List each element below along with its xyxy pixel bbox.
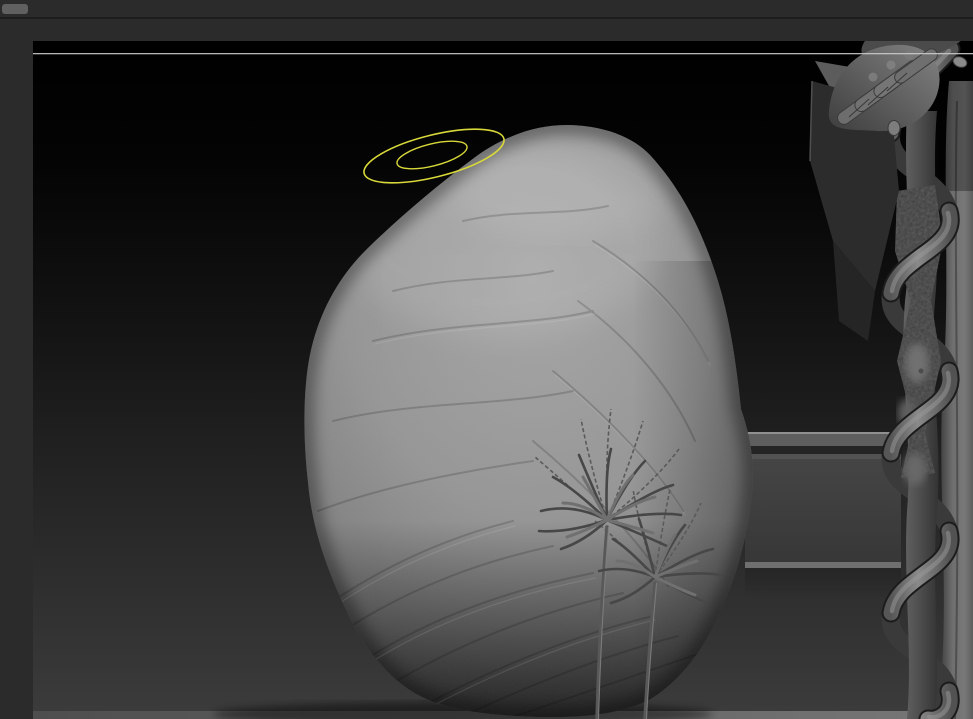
sculpt-canvas[interactable] <box>33 41 973 719</box>
knuckle-1 <box>868 72 878 82</box>
top-menu-bar <box>0 0 973 17</box>
bench-lip <box>745 454 901 459</box>
bench-mesh <box>745 432 901 598</box>
canvas-frame-left <box>0 41 33 719</box>
panel-drag-handle[interactable] <box>2 4 28 14</box>
sculpt-app-window <box>0 0 973 719</box>
bench-gap-shadow <box>745 446 901 455</box>
canvas-frame-top <box>0 19 973 41</box>
statue-pin-mid <box>887 120 901 136</box>
statue-bump-dot <box>918 368 924 374</box>
bench-top-surface <box>745 434 901 446</box>
knuckle-2 <box>886 60 896 70</box>
bench-bottom-lip <box>745 562 901 568</box>
bench-under-shadow <box>745 568 901 598</box>
document-top-edge <box>33 53 973 55</box>
statue-bump-3 <box>904 453 926 485</box>
knuckle-3 <box>904 50 914 60</box>
bench-face <box>745 459 901 563</box>
statue-bump-1 <box>905 343 929 383</box>
